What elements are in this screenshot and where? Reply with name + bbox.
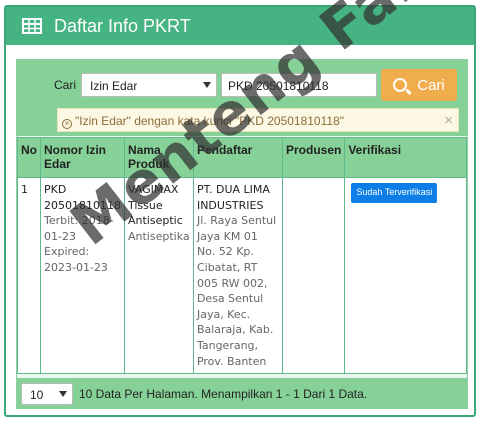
search-input-value: PKD 20501810118: [228, 79, 329, 93]
cell-produsen: [281, 176, 346, 375]
search-button[interactable]: Cari: [381, 69, 457, 101]
table-row: 1 PKD 20501810118 Terbit: 2018-01-23 Exp…: [17, 176, 467, 375]
status-badge: Sudah Terverifikasi: [351, 183, 438, 203]
search-field-select[interactable]: Izin Edar: [81, 73, 217, 97]
column-header-pendaftar: Pendaftar: [192, 137, 283, 178]
search-field-value: Izin Edar: [90, 79, 138, 93]
alert-row: × "Izin Edar" dengan kata kunci "PKD 2050…: [17, 104, 467, 136]
column-header-produsen: Produsen: [281, 137, 346, 178]
table-header-row: No Nomor Izin Edar Nama Produk Pendaftar…: [17, 137, 467, 178]
product-name: VAGIMAX Tissue Antiseptic: [127, 183, 183, 228]
panel-header: Daftar Info PKRT: [6, 7, 474, 45]
content-area: Cari Izin Edar PKD 20501810118 Cari × "Iz…: [16, 59, 468, 409]
search-label: Cari: [54, 78, 77, 92]
chevron-down-icon: [203, 82, 211, 88]
per-page-value: 10: [30, 388, 44, 402]
column-header-verifikasi: Verifikasi: [344, 137, 467, 178]
page-title: Daftar Info PKRT: [54, 15, 191, 36]
cell-verifikasi: Sudah Terverifikasi: [344, 176, 467, 375]
search-input[interactable]: PKD 20501810118: [221, 73, 377, 97]
table-icon: [22, 18, 42, 34]
alert-text: "Izin Edar" dengan kata kunci "PKD 20501…: [75, 114, 344, 128]
close-icon[interactable]: ×: [444, 112, 453, 129]
per-page-select[interactable]: 10: [21, 383, 73, 405]
pagination-info: 10 Data Per Halaman. Menampilkan 1 - 1 D…: [79, 387, 368, 401]
chevron-down-icon: [59, 391, 67, 397]
registrant-name: PT. DUA LIMA INDUSTRIES: [196, 183, 270, 212]
info-panel: Daftar Info PKRT Cari Izin Edar PKD 2050…: [4, 5, 476, 417]
remove-icon: ×: [62, 119, 72, 129]
expired-date: Expired: 2023-01-23: [44, 245, 108, 274]
registrant-address: Jl. Raya Sentul Jaya KM 01 No. 52 Kp. Ci…: [196, 214, 277, 368]
search-icon: [393, 78, 408, 92]
results-table: No Nomor Izin Edar Nama Produk Pendaftar…: [17, 137, 467, 375]
nomor-izin: PKD 20501810118: [44, 183, 121, 212]
search-bar: Cari Izin Edar PKD 20501810118 Cari: [17, 60, 467, 104]
search-button-label: Cari: [417, 76, 445, 94]
cell-nomor: PKD 20501810118 Terbit: 2018-01-23 Expir…: [40, 176, 125, 375]
product-category: Antiseptika: [127, 229, 190, 243]
column-header-produk: Nama Produk: [123, 137, 194, 178]
pagination-bar: 10 10 Data Per Halaman. Menampilkan 1 - …: [17, 378, 467, 409]
search-alert: × "Izin Edar" dengan kata kunci "PKD 2050…: [57, 108, 459, 132]
cell-produk: VAGIMAX Tissue Antiseptic Antiseptika: [123, 176, 194, 375]
column-header-no: No: [17, 137, 41, 178]
cell-no: 1: [17, 176, 41, 375]
cell-pendaftar: PT. DUA LIMA INDUSTRIES Jl. Raya Sentul …: [192, 176, 283, 375]
column-header-nomor: Nomor Izin Edar: [40, 137, 125, 178]
terbit-date: Terbit: 2018-01-23: [44, 214, 114, 243]
